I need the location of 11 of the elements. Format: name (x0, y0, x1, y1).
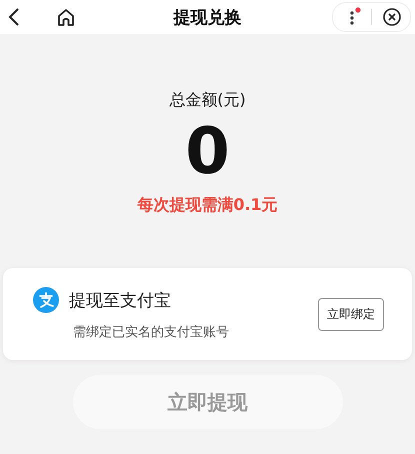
method-title: 提现至支付宝 (69, 290, 171, 312)
method-subtitle: 需绑定已实名的支付宝账号 (73, 324, 229, 341)
total-label: 总金额(元) (169, 90, 246, 111)
back-icon[interactable] (8, 7, 20, 27)
close-icon[interactable] (382, 7, 402, 27)
total-amount: 0 (185, 114, 230, 191)
alipay-icon (33, 287, 59, 313)
page-title: 提现兑换 (174, 6, 242, 28)
minimum-notice: 每次提现需满0.1元 (137, 195, 278, 216)
bind-button[interactable]: 立即绑定 (318, 298, 384, 330)
home-icon[interactable] (56, 7, 76, 27)
